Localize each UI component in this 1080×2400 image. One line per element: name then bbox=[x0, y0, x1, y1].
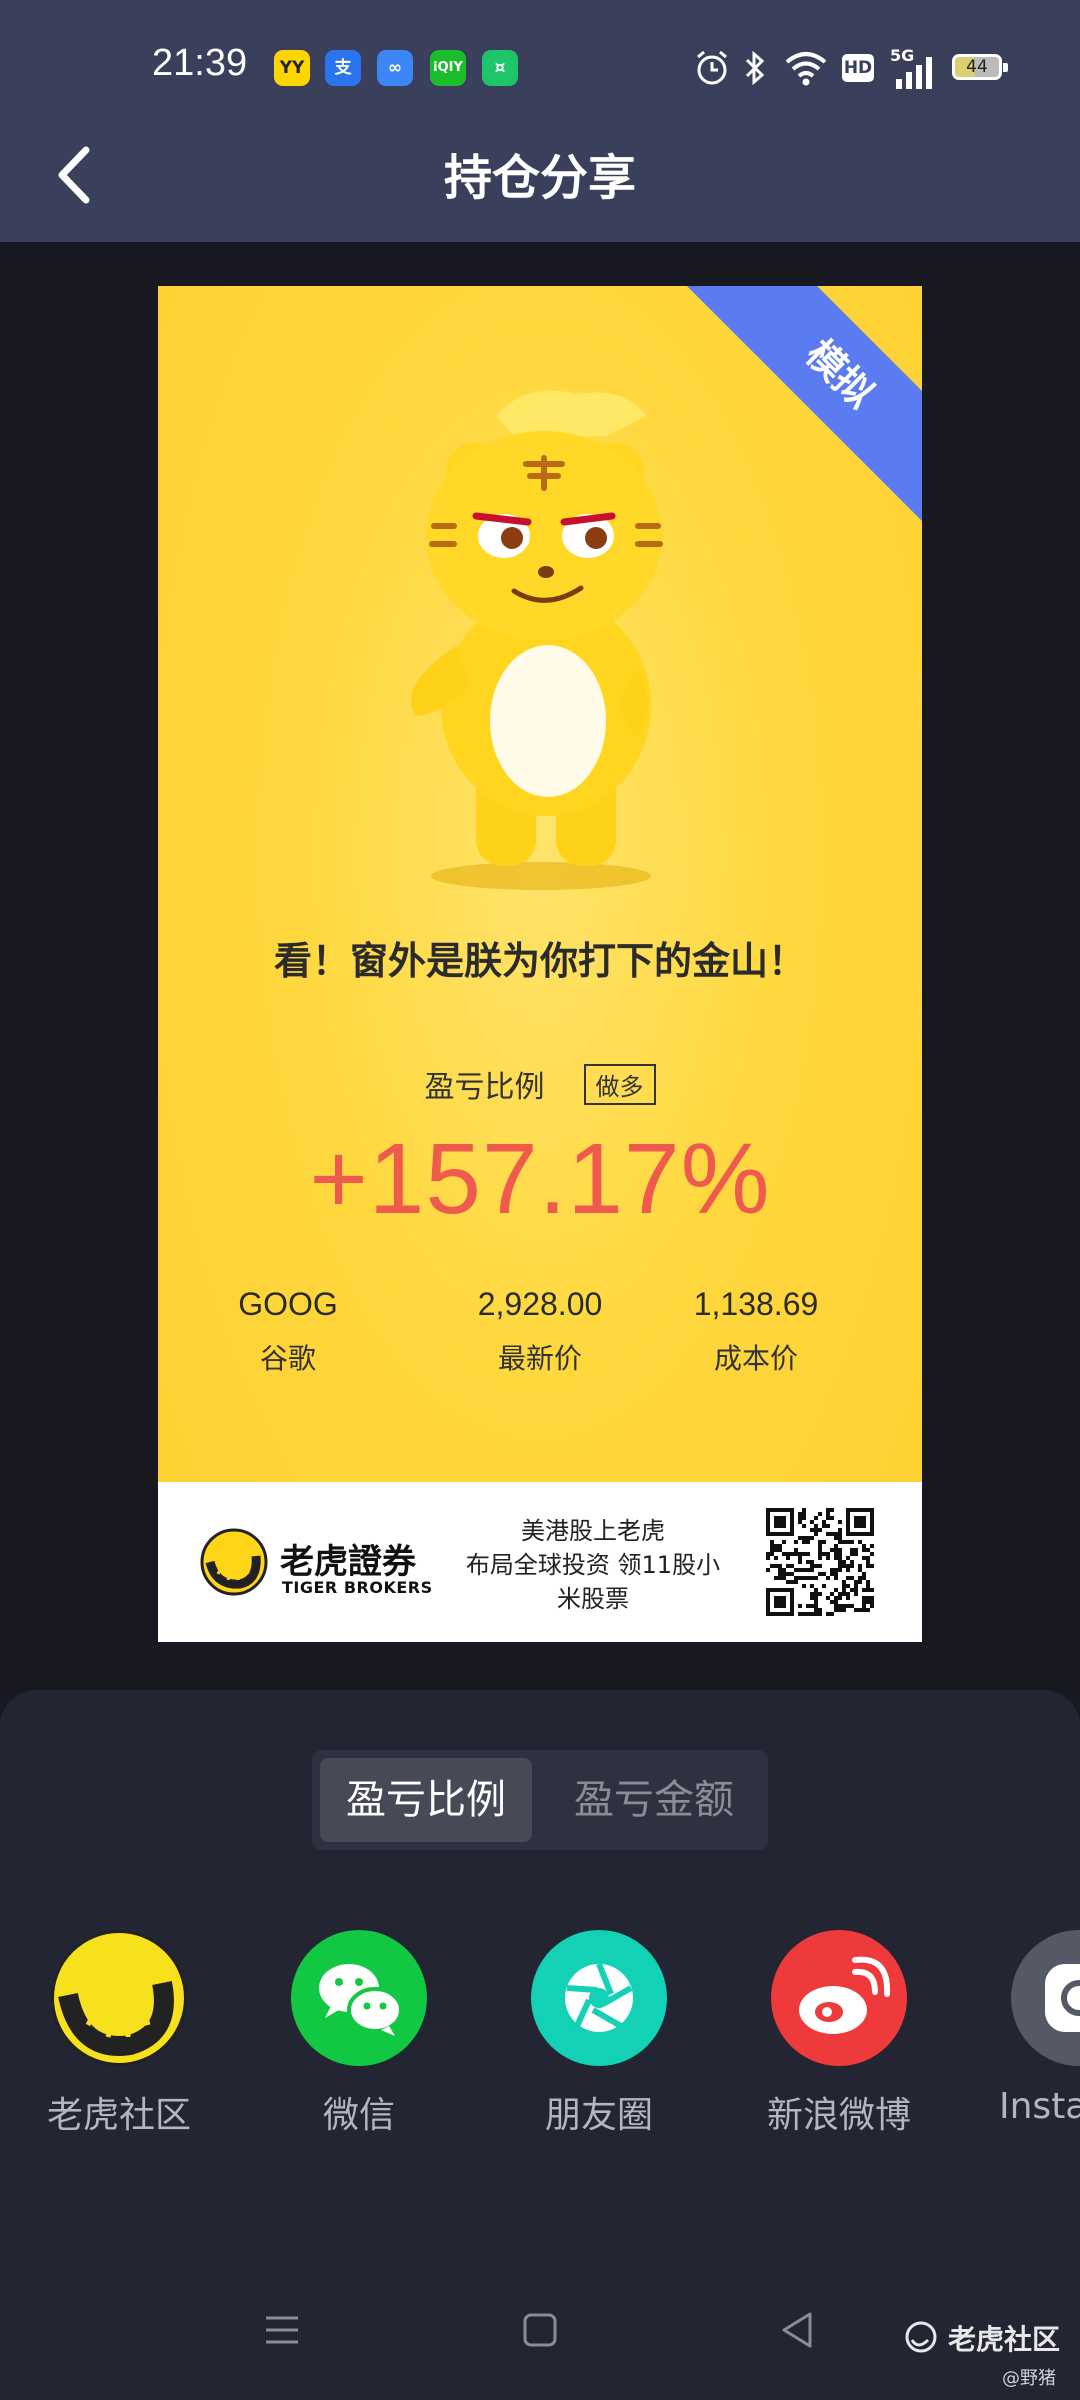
brand-name-en: TIGER BROKERS bbox=[282, 1578, 433, 1597]
pnl-label-row: 盈亏比例 做多 bbox=[158, 1062, 922, 1106]
card-footer: 老虎證券 TIGER BROKERS 美港股上老虎 布局全球投资 领11股小米股… bbox=[158, 1482, 922, 1642]
tiger-mascot-illustration bbox=[411, 390, 663, 890]
promo-text: 美港股上老虎 布局全球投资 领11股小米股票 bbox=[465, 1517, 721, 1613]
alarm-icon bbox=[697, 50, 727, 85]
recent-apps-button[interactable] bbox=[262, 2310, 302, 2350]
back-nav-button[interactable] bbox=[778, 2310, 818, 2350]
share-weibo[interactable]: 新浪微博 bbox=[729, 1930, 949, 2138]
status-time: 21:39 bbox=[152, 42, 248, 84]
share-tiger-community[interactable]: 老虎社区 bbox=[9, 1930, 229, 2138]
tiger-community-icon bbox=[51, 1930, 187, 2066]
share-wechat[interactable]: 微信 bbox=[249, 1930, 469, 2138]
stat-value: GOOG bbox=[238, 1286, 338, 1322]
watermark-logo-icon bbox=[905, 2321, 937, 2353]
share-moments[interactable]: 朋友圈 bbox=[489, 1930, 709, 2138]
battery-icon: 44 bbox=[952, 54, 1008, 80]
share-card: 模拟 看！窗外是朕为你打下的金山！ 盈亏比例 做多 +157.17% GOOG bbox=[158, 286, 922, 1642]
share-label: 微信 bbox=[322, 2095, 395, 2136]
simulation-ribbon: 模拟 bbox=[687, 286, 922, 527]
stat-last-price: 2,928.00 最新价 bbox=[430, 1286, 650, 1377]
tiger-brokers-logo-icon bbox=[200, 1528, 268, 1596]
watermark-user: @野猪 bbox=[1002, 2368, 1056, 2389]
pnl-value: +157.17% bbox=[309, 1123, 771, 1235]
direction-tag: 做多 bbox=[583, 1063, 656, 1105]
stat-value: 1,138.69 bbox=[693, 1286, 819, 1322]
app-header: 21:39 YY 支 ∞ iQIY ¤ HD 5G 44 持仓分享 bbox=[0, 0, 1080, 242]
share-label: 老虎社区 bbox=[46, 2095, 191, 2136]
home-button[interactable] bbox=[520, 2310, 560, 2350]
stat-value: 2,928.00 bbox=[477, 1286, 603, 1322]
toggle-pnl-amount[interactable]: 盈亏金额 bbox=[548, 1758, 760, 1842]
stat-cost-price: 1,138.69 成本价 bbox=[646, 1286, 866, 1377]
green-app-icon: ¤ bbox=[482, 50, 518, 86]
share-instagram[interactable]: Instagram bbox=[969, 1930, 1080, 2127]
slogan-text: 看！窗外是朕为你打下的金山！ bbox=[273, 939, 806, 983]
infinity-app-icon: ∞ bbox=[377, 50, 413, 86]
yy-app-icon: YY bbox=[274, 50, 310, 86]
stat-label: 最新价 bbox=[497, 1342, 582, 1375]
weibo-icon bbox=[771, 1930, 907, 2066]
wechat-icon bbox=[291, 1930, 427, 2066]
stat-label: 谷歌 bbox=[259, 1342, 316, 1375]
instagram-icon bbox=[1011, 1930, 1080, 2066]
iqiyi-app-icon: iQIY bbox=[430, 50, 466, 86]
share-label: Instagram bbox=[999, 2086, 1080, 2127]
signal-icon bbox=[896, 57, 932, 89]
pnl-mode-toggle: 盈亏比例 盈亏金额 bbox=[312, 1750, 768, 1850]
moments-icon bbox=[531, 1930, 667, 2066]
qr-code bbox=[766, 1508, 874, 1616]
bluetooth-icon bbox=[745, 50, 765, 86]
page-title: 持仓分享 bbox=[443, 150, 636, 206]
share-label: 新浪微博 bbox=[766, 2095, 911, 2136]
stat-label: 成本价 bbox=[713, 1342, 798, 1375]
wifi-icon bbox=[785, 52, 827, 86]
share-label: 朋友圈 bbox=[544, 2095, 653, 2136]
brand-name-cn: 老虎證券 bbox=[280, 1542, 416, 1582]
pnl-label: 盈亏比例 bbox=[424, 1070, 545, 1105]
watermark-brand: 老虎社区 bbox=[948, 2323, 1061, 2356]
toggle-pnl-ratio[interactable]: 盈亏比例 bbox=[320, 1758, 532, 1842]
alipay-app-icon: 支 bbox=[325, 50, 361, 86]
hd-icon: HD bbox=[842, 54, 874, 82]
stat-symbol: GOOG 谷歌 bbox=[178, 1286, 398, 1377]
